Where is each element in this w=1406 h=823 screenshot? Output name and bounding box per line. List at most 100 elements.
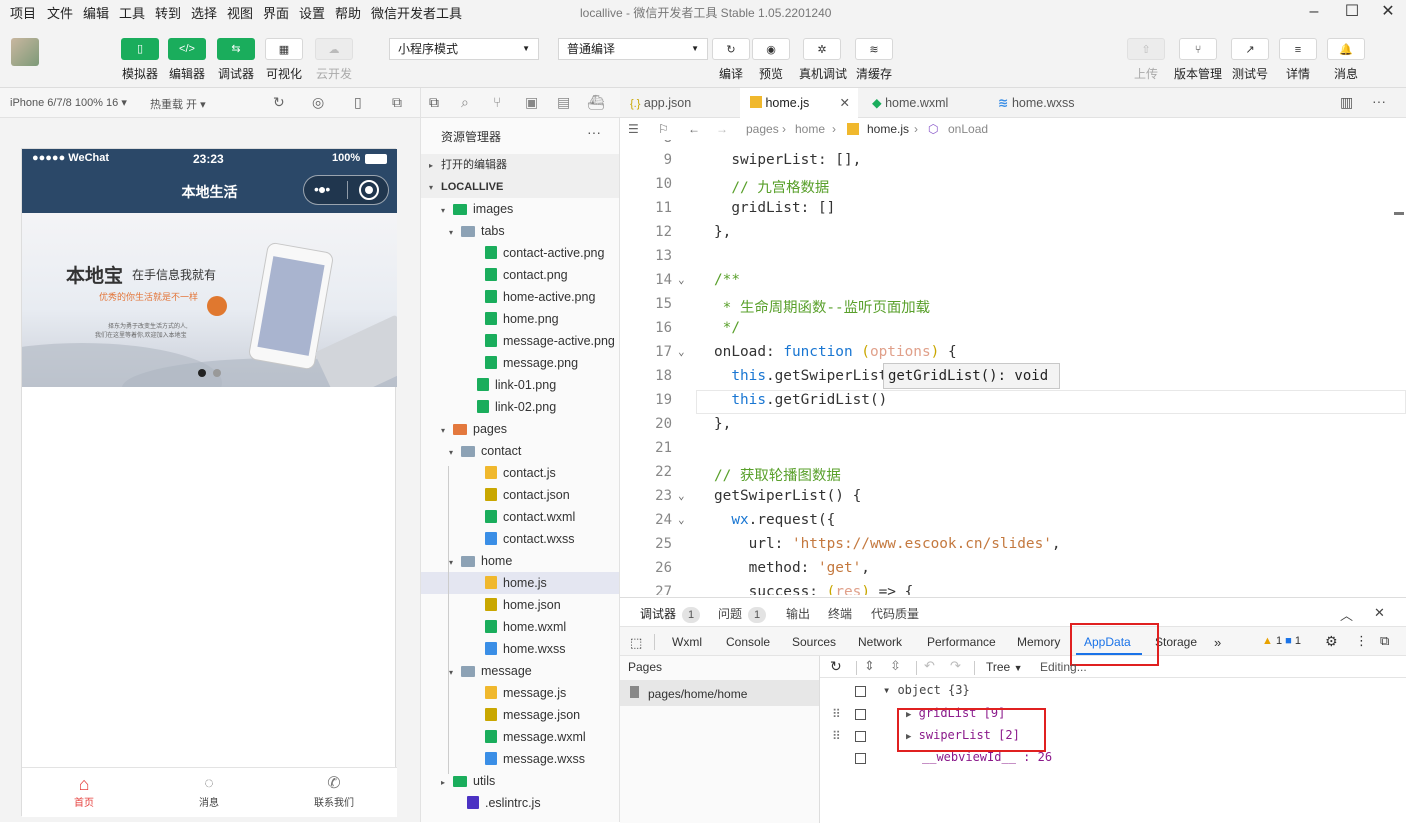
tree-file[interactable]: contact-active.png <box>421 242 619 264</box>
tree-folder[interactable]: ▾ images <box>421 198 619 220</box>
page-item[interactable]: pages/home/home <box>620 680 819 706</box>
tree-folder[interactable]: ▸ utils <box>421 770 619 792</box>
code-line[interactable]: }, <box>714 224 731 240</box>
cloud-button[interactable]: 云开发 <box>309 65 359 82</box>
row-checkbox[interactable] <box>855 686 866 697</box>
more-icon[interactable]: •●• <box>314 181 330 197</box>
fold-chevron-icon[interactable]: ⌄ <box>678 513 685 526</box>
code-line[interactable]: }, <box>714 416 731 432</box>
device-select[interactable]: iPhone 6/7/8 100% 16 ▾ <box>10 96 127 109</box>
row-checkbox[interactable] <box>855 731 866 742</box>
panel-performance[interactable]: Performance <box>927 635 996 649</box>
tree-file[interactable]: message.js <box>421 682 619 704</box>
avatar[interactable] <box>11 38 39 66</box>
panel-wxml[interactable]: Wxml <box>672 635 702 649</box>
tree-file[interactable]: link-01.png <box>421 374 619 396</box>
code-line[interactable]: onLoad: function (options) { <box>714 344 957 360</box>
visual-button[interactable]: 可视化 <box>259 65 309 82</box>
search-icon[interactable]: ⌕ <box>461 94 469 111</box>
tree-file[interactable]: message.png <box>421 352 619 374</box>
version-button[interactable]: 版本管理 <box>1173 65 1223 82</box>
tree-file[interactable]: contact.js <box>421 462 619 484</box>
tab-app-json[interactable]: {.} app.json <box>620 88 738 118</box>
tree-file[interactable]: message-active.png <box>421 330 619 352</box>
scrollbar-marker[interactable] <box>1394 212 1404 215</box>
split-editor-icon[interactable]: ▥ <box>1340 94 1353 111</box>
menu-help[interactable]: 帮助 <box>335 3 361 22</box>
tab-code-quality[interactable]: 代码质量 <box>871 605 919 622</box>
row-checkbox[interactable] <box>855 709 866 720</box>
messages-button[interactable]: 消息 <box>1321 65 1371 82</box>
tab-issues[interactable]: 问题 1 <box>718 605 767 623</box>
close-icon[interactable]: ✕ <box>840 88 850 118</box>
panel-memory[interactable]: Memory <box>1017 635 1060 649</box>
hot-reload-toggle[interactable]: 热重载 开 ▾ <box>150 96 206 112</box>
close-window-icon[interactable]: ✕ <box>1368 0 1406 24</box>
code-line[interactable]: this.getGridList() <box>714 392 887 408</box>
compile-select[interactable]: 普通编译 ▼ <box>558 38 708 60</box>
external-link-icon[interactable]: ↗ <box>1231 38 1269 60</box>
drag-handle-icon[interactable]: ⠿ <box>832 729 841 743</box>
crumb-pages[interactable]: pages <box>746 118 779 140</box>
drag-handle-icon[interactable]: ⠿ <box>832 707 841 721</box>
cloud-icon[interactable]: ☁ <box>315 38 353 60</box>
tree-root[interactable]: ▾ object {3} <box>883 683 970 697</box>
tree-file[interactable]: message.wxss <box>421 748 619 770</box>
menu-tools[interactable]: 工具 <box>119 3 145 22</box>
rotate-icon[interactable]: ↻ <box>273 94 285 111</box>
kebab-icon[interactable]: ⋮ <box>1355 633 1368 649</box>
code-line[interactable]: getSwiperList() { <box>714 488 861 504</box>
tab-home-wxml[interactable]: ◆ home.wxml <box>862 88 984 118</box>
debugger-button[interactable]: 调试器 <box>211 65 261 82</box>
tab-home-js[interactable]: home.js ✕ <box>740 88 858 118</box>
crumb-home[interactable]: home <box>795 118 825 140</box>
code-line[interactable]: this.getSwiperList() <box>714 368 904 384</box>
gear-icon[interactable]: ⚙ <box>1325 633 1338 650</box>
tab-home-wxss[interactable]: ≋ home.wxss <box>988 88 1110 118</box>
storage-icon[interactable]: ▤ <box>557 94 570 111</box>
expand-all-icon[interactable]: ⇳ <box>890 658 901 674</box>
phone-icon[interactable]: ▯ <box>354 94 362 111</box>
tab-debugger[interactable]: 调试器 1 <box>640 605 701 623</box>
record-icon[interactable]: ◎ <box>312 94 324 111</box>
source-control-icon[interactable]: ⑂ <box>493 94 501 110</box>
swiper-banner[interactable]: 本地宝 在手信息我就有 优秀的你生活就是不一样 择东为勇于改变生活方式的人, 我… <box>22 213 397 387</box>
crumb-file[interactable]: home.js <box>867 118 909 140</box>
menu-file[interactable]: 文件 <box>47 3 73 22</box>
refresh-icon[interactable]: ↻ <box>712 38 750 60</box>
branch-icon[interactable]: ⑂ <box>1179 38 1217 60</box>
dock-icon[interactable]: ⧉ <box>1380 633 1389 649</box>
upload-button[interactable]: 上传 <box>1121 65 1171 82</box>
upload-icon[interactable]: ⇧ <box>1127 38 1165 60</box>
menu-settings[interactable]: 设置 <box>299 3 325 22</box>
code-line[interactable]: // 九宫格数据 <box>714 176 829 197</box>
menu-goto[interactable]: 转到 <box>155 3 181 22</box>
panel-network[interactable]: Network <box>858 635 902 649</box>
layers-icon[interactable]: ≋ <box>855 38 893 60</box>
tree-file[interactable]: contact.json <box>421 484 619 506</box>
docker-icon[interactable]: ⛴ <box>587 94 605 111</box>
tree-item-webviewid[interactable]: __webviewId__ : 26 <box>922 750 1052 764</box>
open-editors-section[interactable]: ▸ 打开的编辑器 <box>421 154 619 176</box>
bug-icon[interactable]: ✲ <box>803 38 841 60</box>
warning-count[interactable]: ▲ 1 ■ 1 <box>1262 635 1301 647</box>
close-icon[interactable]: ✕ <box>1374 605 1385 621</box>
code-line[interactable]: method: 'get', <box>714 560 870 576</box>
code-line[interactable]: */ <box>714 320 740 336</box>
back-icon[interactable]: ← <box>688 118 700 140</box>
tree-file[interactable]: message.json <box>421 704 619 726</box>
tree-file[interactable]: contact.wxml <box>421 506 619 528</box>
more-icon[interactable]: ··· <box>587 124 601 140</box>
tree-folder[interactable]: ▾ tabs <box>421 220 619 242</box>
panel-storage[interactable]: Storage <box>1155 635 1197 649</box>
redo-icon[interactable]: ↷ <box>950 658 961 674</box>
bookmark-icon[interactable]: ⚐ <box>658 118 669 140</box>
tab-contact[interactable]: ✆ 联系我们 <box>294 774 374 809</box>
extensions-icon[interactable]: ▣ <box>525 94 538 111</box>
editor-button[interactable]: 编辑器 <box>162 65 212 82</box>
maximize-icon[interactable]: ☐ <box>1332 0 1372 24</box>
panel-console[interactable]: Console <box>726 635 770 649</box>
crumb-symbol[interactable]: onLoad <box>948 118 988 140</box>
code-line[interactable]: url: 'https://www.escook.cn/slides', <box>714 536 1061 552</box>
minimize-icon[interactable]: – <box>1294 0 1334 24</box>
